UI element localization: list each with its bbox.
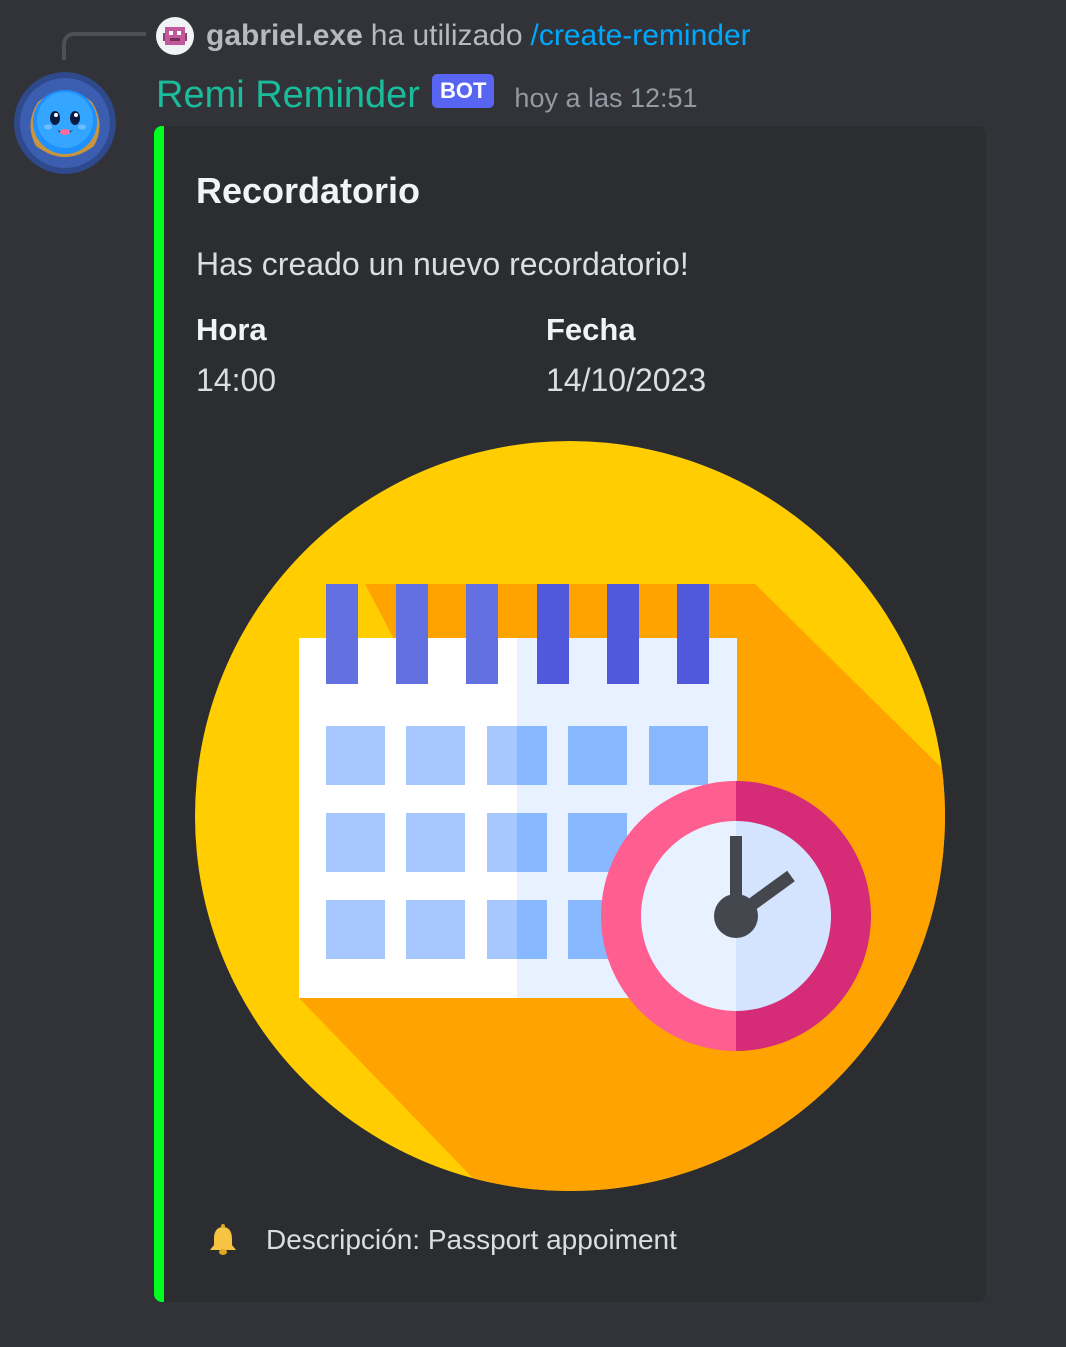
embed-footer: Descripción: Passport appoiment bbox=[208, 1218, 677, 1262]
footer-description: Descripción: Passport appoiment bbox=[266, 1224, 677, 1255]
user-mini-avatar[interactable] bbox=[156, 17, 194, 55]
command-usage-line: gabriel.exe ha utilizado /create-reminde… bbox=[156, 14, 751, 58]
message-timestamp[interactable]: hoy a las 12:51 bbox=[514, 83, 697, 114]
message-header: Remi Reminder BOT hoy a las 12:51 bbox=[156, 70, 698, 120]
command-user-name[interactable]: gabriel.exe bbox=[206, 19, 363, 53]
embed-description: Has creado un nuevo recordatorio! bbox=[196, 246, 689, 282]
field-fecha-name: Fecha bbox=[546, 312, 636, 347]
reminder-embed: Recordatorio Has creado un nuevo recorda… bbox=[154, 126, 986, 1302]
bot-badge: BOT bbox=[431, 74, 495, 108]
bot-author-name[interactable]: Remi Reminder bbox=[156, 74, 420, 117]
reply-spine bbox=[62, 32, 146, 60]
bell-icon bbox=[210, 1224, 236, 1255]
command-action-text: ha utilizado bbox=[370, 19, 523, 52]
bot-avatar[interactable] bbox=[14, 72, 116, 174]
command-name-link[interactable]: /create-reminder bbox=[531, 19, 751, 53]
discord-message: gabriel.exe ha utilizado /create-reminde… bbox=[0, 0, 1066, 1347]
field-fecha-value: 14/10/2023 bbox=[546, 362, 707, 398]
embed-title: Recordatorio bbox=[196, 170, 421, 211]
field-hora-name: Hora bbox=[196, 312, 267, 347]
field-hora-value: 14:00 bbox=[196, 362, 277, 398]
calendar-clock-image[interactable] bbox=[195, 441, 945, 1191]
